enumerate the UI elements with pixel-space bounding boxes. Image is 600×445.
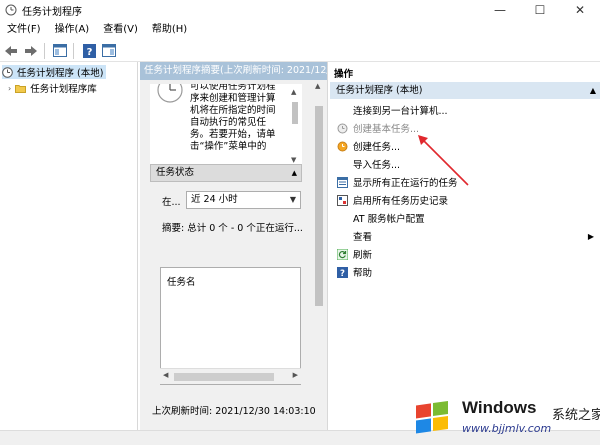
create-basic-task-icon (336, 122, 348, 134)
scroll-up-icon[interactable]: ▲ (315, 82, 320, 90)
history-icon (336, 194, 348, 206)
actions-pane: 操作 任务计划程序 (本地) ▲ 连接到另一台计算机... 创建基本任务... … (330, 62, 600, 430)
show-pane-icon[interactable] (51, 42, 69, 60)
menu-help[interactable]: 帮助(H) (145, 20, 194, 40)
watermark-url: www.bjjmlv.com (462, 422, 552, 435)
status-summary: 摘要: 总计 0 个 - 0 个正在运行... (162, 223, 303, 234)
windows-logo-icon (416, 400, 448, 434)
clock-icon (2, 66, 13, 78)
tree-item-task-library[interactable]: › 任务计划程序库 (8, 81, 97, 96)
running-tasks-icon (336, 176, 348, 188)
action-label: 连接到另一台计算机... (353, 106, 448, 117)
scroll-thumb[interactable] (174, 373, 274, 381)
tree-item-task-scheduler-local[interactable]: 任务计划程序 (本地) (2, 65, 106, 79)
actions-section-header[interactable]: 任务计划程序 (本地) ▲ (330, 82, 600, 99)
collapse-icon[interactable]: ▲ (590, 82, 596, 99)
summary-text: 可以使用任务计划程 序来创建和管理计算 机将在所指定的时间 自动执行的常见任 务… (190, 84, 300, 153)
menu-view[interactable]: 查看(V) (96, 20, 145, 40)
close-button[interactable]: ✕ (560, 0, 600, 20)
menu-file[interactable]: 文件(F) (0, 20, 48, 40)
collapse-icon[interactable]: ▲ (292, 165, 297, 181)
submenu-arrow-icon: ▶ (587, 231, 594, 241)
action-label: 刷新 (353, 250, 373, 261)
summary-line: 自动执行的常见任 (190, 117, 267, 128)
help-icon[interactable]: ? (80, 42, 98, 60)
maximize-button[interactable]: ☐ (520, 0, 560, 20)
summary-line: 可以使用任务计划程 (190, 84, 276, 92)
summary-pane: 任务计划程序摘要(上次刷新时间: 2021/12/ 可以使用任务计划程 序来创建… (140, 62, 328, 430)
summary-line: 务。若要开始，请单 (190, 129, 276, 140)
summary-line: 序来创建和管理计算 (190, 93, 276, 104)
task-name-column-header[interactable]: 任务名 (167, 274, 196, 288)
summary-description: 可以使用任务计划程 序来创建和管理计算 机将在所指定的时间 自动执行的常见任 务… (150, 84, 302, 168)
expand-chevron-icon[interactable]: › (8, 84, 11, 93)
action-connect-computer[interactable]: 连接到另一台计算机... (330, 101, 600, 119)
action-label: 帮助 (353, 268, 373, 279)
action-label: 导入任务... (353, 160, 401, 171)
last-refresh-time: 上次刷新时间: 2021/12/30 14:03:10 (152, 406, 316, 417)
properties-icon[interactable] (100, 42, 118, 60)
actions-title: 操作 (334, 69, 354, 80)
summary-scrollbar[interactable]: ▲ ▼ (288, 84, 302, 168)
menu-bar: 文件(F) 操作(A) 查看(V) 帮助(H) (0, 20, 600, 40)
create-task-icon (336, 140, 348, 152)
title-bar: 任务计划程序 — ☐ ✕ (0, 0, 600, 20)
chevron-down-icon: ▼ (289, 195, 296, 204)
action-create-basic-task[interactable]: 创建基本任务... (330, 119, 600, 137)
scroll-thumb[interactable] (315, 106, 323, 306)
navigation-tree: 任务计划程序 (本地) › 任务计划程序库 (0, 62, 138, 430)
action-label: 查看 (353, 232, 373, 243)
action-label: 启用所有任务历史记录 (353, 196, 449, 207)
task-list-hscrollbar[interactable]: ◀ ▶ (160, 368, 301, 384)
action-refresh[interactable]: 刷新 (330, 245, 600, 263)
actions-section-label: 任务计划程序 (本地) (336, 85, 423, 96)
toolbar-separator (44, 42, 45, 59)
watermark-brand: Windows (462, 398, 537, 417)
watermark: Windows 系统之家 www.bjjmlv.com (412, 392, 600, 445)
action-label: AT 服务帐户配置 (353, 214, 425, 225)
task-status-header[interactable]: 任务状态 ▲ (150, 164, 302, 182)
action-show-running-tasks[interactable]: 显示所有正在运行的任务 (330, 173, 600, 191)
time-range-value: 近 24 小时 (191, 194, 238, 205)
scroll-left-icon[interactable]: ◀ (163, 371, 168, 379)
summary-line: 机将在所指定的时间 (190, 105, 276, 116)
forward-icon[interactable] (22, 42, 40, 60)
refresh-icon (336, 248, 348, 260)
svg-text:?: ? (340, 269, 345, 278)
scroll-right-icon[interactable]: ▶ (293, 371, 298, 379)
summary-pane-scrollbar[interactable]: ▲ (312, 80, 326, 412)
summary-header: 任务计划程序摘要(上次刷新时间: 2021/12/ (140, 62, 327, 80)
help-icon: ? (336, 266, 348, 278)
action-enable-history[interactable]: 启用所有任务历史记录 (330, 191, 600, 209)
folder-icon (15, 84, 27, 93)
action-at-service-config[interactable]: AT 服务帐户配置 (330, 209, 600, 227)
tree-item-label: 任务计划程序库 (30, 84, 97, 95)
toolbar-separator (73, 42, 74, 59)
action-label: 创建任务... (353, 142, 401, 153)
time-range-select[interactable]: 近 24 小时 ▼ (186, 191, 301, 209)
window-title: 任务计划程序 (22, 6, 82, 18)
scroll-down-icon[interactable]: ▼ (291, 156, 296, 164)
action-view[interactable]: 查看 ▶ (330, 227, 600, 245)
toolbar: ? (0, 40, 600, 62)
action-create-task[interactable]: 创建任务... (330, 137, 600, 155)
action-import-task[interactable]: 导入任务... (330, 155, 600, 173)
tree-item-label: 任务计划程序 (本地) (17, 68, 104, 79)
menu-action[interactable]: 操作(A) (48, 20, 97, 40)
task-status-label: 任务状态 (156, 167, 195, 178)
scroll-thumb[interactable] (292, 102, 298, 124)
watermark-site-name: 系统之家 (552, 408, 600, 423)
task-scheduler-large-icon (157, 84, 183, 103)
task-scheduler-icon (5, 4, 17, 16)
action-label: 创建基本任务... (353, 124, 420, 135)
filter-label: 在... (162, 197, 181, 208)
action-help[interactable]: ? 帮助 (330, 263, 600, 281)
minimize-button[interactable]: — (480, 0, 520, 20)
action-label: 显示所有正在运行的任务 (353, 178, 458, 189)
back-icon[interactable] (2, 42, 20, 60)
scroll-up-icon[interactable]: ▲ (291, 88, 296, 96)
summary-line: 击“操作”菜单中的 (190, 141, 267, 152)
svg-text:?: ? (86, 47, 92, 58)
